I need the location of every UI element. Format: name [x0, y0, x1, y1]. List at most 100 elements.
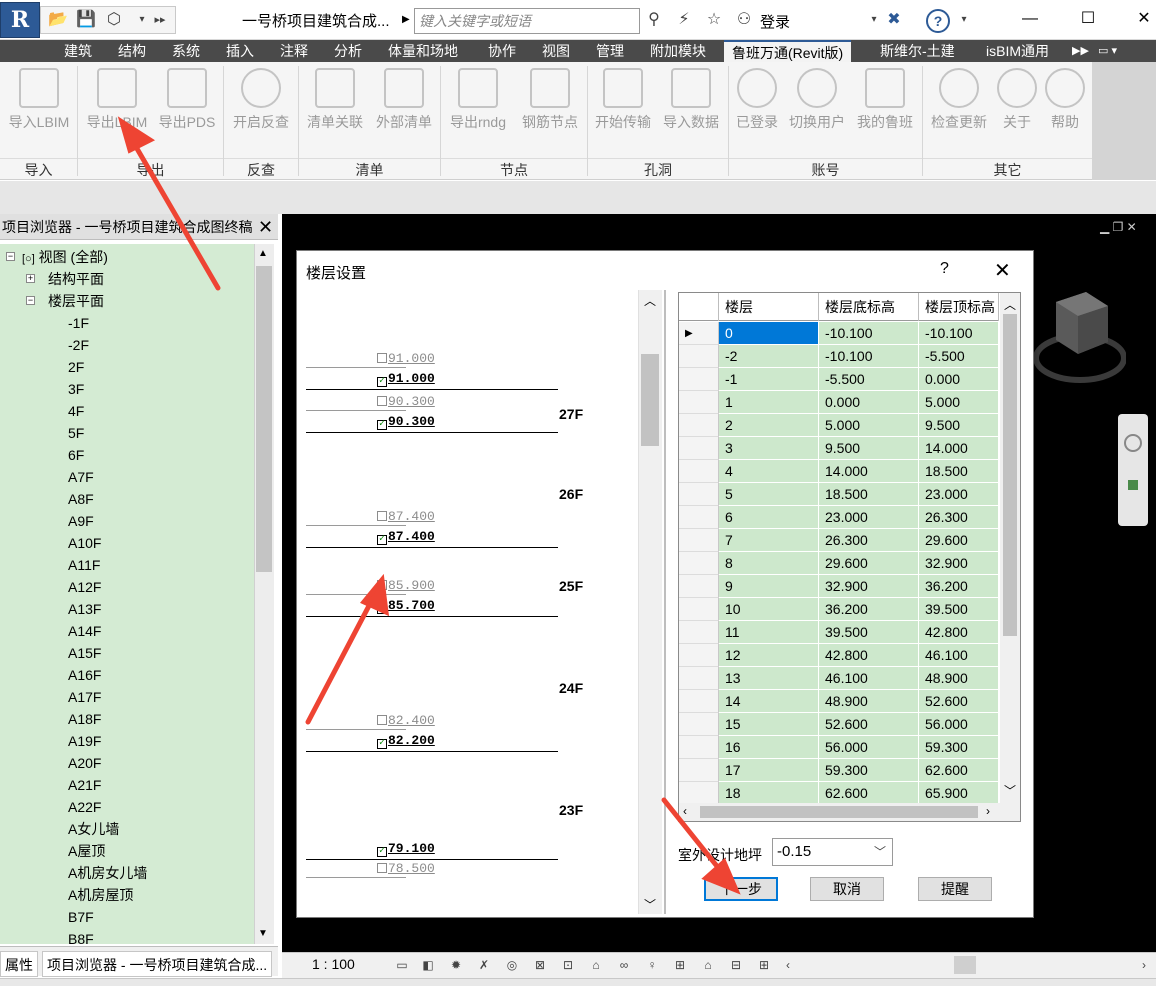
save-icon[interactable]: 💾	[76, 10, 96, 30]
row-header[interactable]	[679, 460, 719, 483]
tab-structure[interactable]: 结构	[118, 40, 146, 62]
row-header[interactable]	[679, 713, 719, 736]
row-header[interactable]	[679, 552, 719, 575]
table-cell[interactable]: 62.600	[819, 782, 919, 805]
table-row[interactable]: 7 26.300 29.600	[679, 529, 999, 552]
table-cell[interactable]: 0.000	[919, 368, 999, 391]
row-header[interactable]	[679, 621, 719, 644]
steering-wheel-icon[interactable]	[1124, 434, 1142, 452]
tab-addins[interactable]: 附加模块	[650, 40, 706, 62]
more-tabs-icon[interactable]: ▶▶	[1072, 40, 1089, 62]
check-update-button[interactable]: 检查更新	[924, 66, 994, 144]
table-cell[interactable]: 59.300	[819, 759, 919, 782]
scrollbar-thumb[interactable]	[700, 806, 978, 818]
elevation-value[interactable]: 90.300	[377, 394, 435, 409]
table-cell[interactable]: 52.600	[919, 690, 999, 713]
star-icon[interactable]: ☆	[704, 10, 724, 30]
elevation-value[interactable]: ✓ 82.200	[377, 733, 435, 749]
table-cell[interactable]: 14.000	[919, 437, 999, 460]
row-header[interactable]	[679, 368, 719, 391]
table-row[interactable]: 8 29.600 32.900	[679, 552, 999, 575]
reverse-check-button[interactable]: 开启反查	[226, 66, 296, 144]
table-cell[interactable]: 39.500	[819, 621, 919, 644]
analytical-icon[interactable]: ⌂	[700, 957, 716, 973]
table-cell[interactable]: 56.000	[819, 736, 919, 759]
table-cell[interactable]: 0.000	[819, 391, 919, 414]
table-cell[interactable]: 42.800	[919, 621, 999, 644]
scroll-up-icon[interactable]: ▲	[258, 248, 268, 259]
tree-item-floor[interactable]: A19F	[68, 730, 101, 752]
more-icon[interactable]: ▸▸	[150, 10, 170, 30]
row-header[interactable]	[679, 345, 719, 368]
table-row[interactable]: 18 62.600 65.900	[679, 782, 999, 805]
table-cell[interactable]: 2	[719, 414, 819, 437]
tree-item-floor[interactable]: A女儿墙	[68, 818, 119, 840]
tree-item-floor[interactable]: 4F	[68, 400, 84, 422]
app-menu-button[interactable]: R	[0, 2, 40, 38]
table-cell[interactable]: 56.000	[919, 713, 999, 736]
row-header[interactable]	[679, 736, 719, 759]
table-cell[interactable]: 9.500	[919, 414, 999, 437]
scroll-left-icon[interactable]: ‹	[683, 804, 687, 818]
scroll-down-icon[interactable]: ﹀	[1004, 782, 1016, 799]
collapse-icon[interactable]: −	[6, 252, 15, 261]
current-row-indicator-icon[interactable]: ▶	[679, 322, 719, 345]
unchecked-box-icon[interactable]	[377, 396, 387, 406]
tab-systems[interactable]: 系统	[172, 40, 200, 62]
comm-center-icon[interactable]: ⚡	[674, 10, 694, 30]
tab-properties[interactable]: 属性	[0, 951, 38, 977]
table-cell[interactable]: 42.800	[819, 644, 919, 667]
close-icon[interactable]: ✕	[258, 214, 276, 240]
tab-project-browser[interactable]: 项目浏览器 - 一号桥项目建筑合成...	[42, 951, 273, 977]
chevron-down-icon[interactable]: ﹀	[874, 843, 886, 860]
tree-item-floor[interactable]: A17F	[68, 686, 101, 708]
tree-item-floor[interactable]: A15F	[68, 642, 101, 664]
scroll-up-icon[interactable]: ︿	[644, 292, 656, 309]
tree-item-floor[interactable]: A14F	[68, 620, 101, 642]
column-header[interactable]: 楼层底标高	[819, 293, 919, 321]
ribbon-toggle-icon[interactable]: ▭ ▾	[1098, 40, 1117, 62]
import-lbim-button[interactable]: 导入LBIM	[4, 66, 74, 144]
elevation-value[interactable]: ✓ 91.000	[377, 371, 435, 387]
tab-isbim[interactable]: isBIM通用	[986, 40, 1049, 62]
tree-item-floor[interactable]: A7F	[68, 466, 94, 488]
checked-box-icon[interactable]: ✓	[377, 604, 387, 614]
tab-collaborate[interactable]: 协作	[488, 40, 516, 62]
table-cell[interactable]: -5.500	[919, 345, 999, 368]
row-header[interactable]	[679, 506, 719, 529]
expand-icon[interactable]: ▶	[402, 14, 410, 25]
table-cell[interactable]: 36.200	[919, 575, 999, 598]
tree-item-floor[interactable]: A12F	[68, 576, 101, 598]
scroll-up-icon[interactable]: ︿	[1004, 296, 1016, 313]
table-cell[interactable]: -1	[719, 368, 819, 391]
table-cell[interactable]: 18.500	[819, 483, 919, 506]
unchecked-box-icon[interactable]	[377, 715, 387, 725]
tree-item-floor[interactable]: A22F	[68, 796, 101, 818]
table-cell[interactable]: 17	[719, 759, 819, 782]
close-button[interactable]: ✕	[1132, 8, 1156, 30]
table-cell[interactable]: 23.000	[919, 483, 999, 506]
row-header[interactable]	[679, 644, 719, 667]
shadows-icon[interactable]: ✗	[476, 957, 492, 973]
view-scale[interactable]: 1 : 100	[312, 956, 355, 972]
table-cell[interactable]: 48.900	[819, 690, 919, 713]
table-cell[interactable]: 9	[719, 575, 819, 598]
table-cell[interactable]: 6	[719, 506, 819, 529]
tree-item-floor[interactable]: A机房女儿墙	[68, 862, 147, 884]
table-cell[interactable]: 46.100	[819, 667, 919, 690]
table-row[interactable]: 15 52.600 56.000	[679, 713, 999, 736]
render-icon[interactable]: ◎	[504, 957, 520, 973]
collapse-icon[interactable]: −	[26, 296, 35, 305]
tree-item-structural-plan[interactable]: 结构平面	[48, 268, 104, 290]
tree-item-floor[interactable]: A机房屋顶	[68, 884, 133, 906]
export-rndg-button[interactable]: 导出rndg	[442, 66, 514, 144]
table-cell[interactable]: 0	[719, 322, 819, 345]
table-cell[interactable]: 32.900	[919, 552, 999, 575]
tab-architecture[interactable]: 建筑	[64, 40, 92, 62]
table-cell[interactable]: -2	[719, 345, 819, 368]
rebar-node-button[interactable]: 钢筋节点	[514, 66, 586, 144]
table-row[interactable]: 2 5.000 9.500	[679, 414, 999, 437]
tree-item-floor[interactable]: A11F	[68, 554, 100, 576]
table-row[interactable]: 16 56.000 59.300	[679, 736, 999, 759]
constraints-icon[interactable]: ⊞	[756, 957, 772, 973]
